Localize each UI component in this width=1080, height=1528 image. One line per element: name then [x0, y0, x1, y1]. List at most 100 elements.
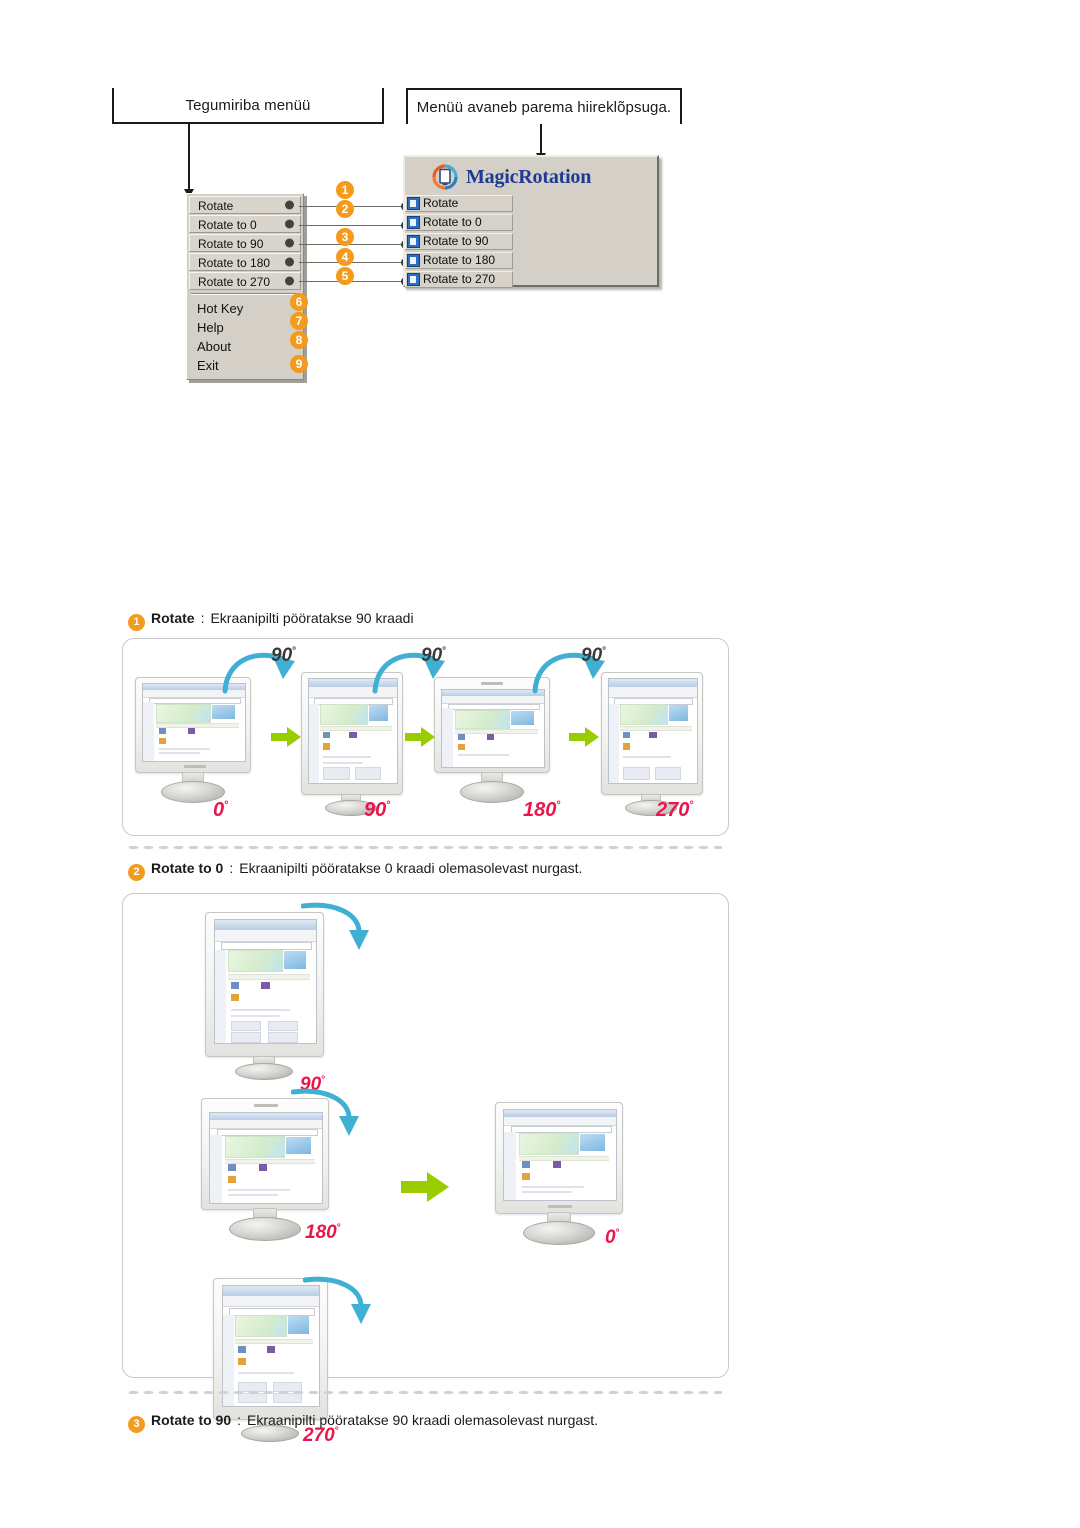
connector-line-3 [299, 244, 407, 245]
rotate-to-0-icon [407, 216, 420, 229]
menu-item-help-label: Help [197, 320, 224, 335]
connector-dot-icon [285, 200, 294, 210]
menu-item-rotate-to-90[interactable]: Rotate to 90 [189, 234, 301, 252]
section-1-separator: : [200, 610, 205, 626]
menu-item-exit[interactable]: Exit [189, 356, 301, 375]
monitor-screen [441, 689, 545, 768]
badge-8: 8 [290, 331, 308, 349]
forward-arrow-icon [401, 1172, 449, 1202]
angle-label-180: 180° [523, 799, 561, 821]
magicrotation-title: MagicRotation [466, 165, 592, 188]
monitor-portrait-270 [601, 672, 703, 795]
forward-arrow-icon-1 [271, 727, 301, 747]
callout-taskbar-menu-label: Tegumiriba menüü [185, 96, 311, 114]
rotate-to-90-icon [407, 235, 420, 248]
popup-item-rotate-to-90-label: Rotate to 90 [423, 234, 489, 248]
callout-right-click-menu-label: Menüü avaneb parema hiireklõpsuga. [416, 98, 672, 116]
section-3-term: Rotate to 90 [151, 1412, 232, 1428]
section-3-description: 3 Rotate to 90 : Ekraanipilti pööratakse… [128, 1412, 598, 1433]
menu-item-about[interactable]: About [189, 337, 301, 356]
connector-line-4 [299, 262, 407, 263]
angle-label-0: 0° [605, 1227, 620, 1248]
rotate-to-270-icon [407, 273, 420, 286]
connector-line-5 [299, 281, 407, 282]
section-1-text: Ekraanipilti pööratakse 90 kraadi [210, 610, 414, 626]
callout-taskbar-menu: Tegumiriba menüü [112, 88, 384, 124]
monitor-screen [608, 678, 698, 784]
menu-item-exit-label: Exit [197, 358, 219, 373]
section-2-text: Ekraanipilti pööratakse 0 kraadi olemaso… [239, 860, 583, 876]
popup-item-rotate-to-270-label: Rotate to 270 [423, 272, 496, 286]
menu-separator [191, 293, 299, 295]
badge-3: 3 [336, 228, 354, 246]
connector-dot-icon [285, 257, 294, 267]
popup-item-rotate-to-180[interactable]: Rotate to 180 [405, 252, 513, 269]
section-2-separator: : [229, 860, 234, 876]
menu-item-rotate-to-0[interactable]: Rotate to 0 [189, 215, 301, 233]
menu-item-about-label: About [197, 339, 231, 354]
section-separator-1 [126, 845, 722, 850]
step-label-90-2: 90° [421, 645, 447, 666]
menu-item-rotate-to-0-label: Rotate to 0 [198, 218, 257, 232]
badge-4: 4 [336, 248, 354, 266]
magicrotation-logo-icon [431, 163, 459, 191]
angle-label-270: 270° [656, 799, 694, 821]
rotation-curve-icon-1 [301, 902, 369, 950]
badge-5: 5 [336, 267, 354, 285]
screen-webpage [504, 1110, 616, 1200]
taskbar-context-menu[interactable]: Rotate Rotate to 0 Rotate to 90 Rotate t… [186, 193, 304, 380]
connector-dot-icon [285, 238, 294, 248]
section-2-badge: 2 [128, 863, 145, 881]
badge-9: 9 [290, 355, 308, 373]
illustration-panel-rotate: 0° 90° 180° 270° 90° 90° 90° [122, 638, 729, 836]
popup-item-rotate-to-0[interactable]: Rotate to 0 [405, 214, 513, 231]
menu-item-hot-key[interactable]: Hot Key [189, 299, 301, 318]
popup-item-rotate-to-270[interactable]: Rotate to 270 [405, 271, 513, 288]
menu-item-rotate[interactable]: Rotate [189, 196, 301, 214]
section-1-badge: 1 [128, 613, 145, 631]
illustration-panel-rotate-to-0: 90° 180° 270° 0° [122, 893, 729, 1446]
menu-item-hot-key-label: Hot Key [197, 301, 244, 316]
monitor-screen [503, 1109, 617, 1201]
badge-6: 6 [290, 293, 308, 311]
rotation-curve-icon-3 [303, 1276, 371, 1324]
forward-arrow-icon-2 [405, 727, 435, 747]
arrow-down-right-icon [536, 124, 546, 162]
angle-label-180: 180° [305, 1222, 341, 1243]
menu-item-rotate-label: Rotate [198, 199, 234, 213]
popup-item-rotate[interactable]: Rotate [405, 195, 513, 212]
section-3-text: Ekraanipilti pööratakse 90 kraadi olemas… [247, 1412, 598, 1428]
popup-item-rotate-label: Rotate [423, 196, 459, 210]
rotation-curve-icon-2 [291, 1088, 359, 1136]
badge-1: 1 [336, 181, 354, 199]
rotate-to-180-icon [407, 254, 420, 267]
menu-item-rotate-to-270[interactable]: Rotate to 270 [189, 272, 301, 290]
screen-webpage [609, 679, 697, 783]
arrow-down-left-icon [184, 124, 194, 198]
popup-item-rotate-to-90[interactable]: Rotate to 90 [405, 233, 513, 250]
menu-item-rotate-to-90-label: Rotate to 90 [198, 237, 264, 251]
section-separator-2 [126, 1390, 722, 1395]
section-1-description: 1 Rotate : Ekraanipilti pööratakse 90 kr… [128, 610, 414, 631]
magicrotation-header: MagicRotation [405, 157, 657, 195]
angle-label-0: 0° [213, 799, 229, 821]
angle-label-90: 90° [364, 799, 391, 821]
section-3-badge: 3 [128, 1415, 145, 1433]
menu-item-rotate-to-270-label: Rotate to 270 [198, 275, 271, 289]
menu-item-help[interactable]: Help [189, 318, 301, 337]
forward-arrow-icon-3 [569, 727, 599, 747]
badge-2: 2 [336, 200, 354, 218]
section-3-separator: : [237, 1412, 242, 1428]
section-2-description: 2 Rotate to 0 : Ekraanipilti pööratakse … [128, 860, 583, 881]
menu-item-rotate-to-180[interactable]: Rotate to 180 [189, 253, 301, 271]
connector-line-2 [299, 225, 407, 226]
connector-dot-icon [285, 219, 294, 229]
section-1-term: Rotate [151, 610, 195, 626]
callout-right-click-menu: Menüü avaneb parema hiireklõpsuga. [406, 88, 682, 124]
screen-webpage [442, 690, 544, 767]
magicrotation-context-menu[interactable]: MagicRotation Rotate Rotate to 0 Rotate … [403, 155, 659, 288]
step-label-90-1: 90° [271, 645, 297, 666]
section-2-term: Rotate to 0 [151, 860, 224, 876]
popup-item-rotate-to-0-label: Rotate to 0 [423, 215, 482, 229]
connector-dot-icon [285, 276, 294, 286]
